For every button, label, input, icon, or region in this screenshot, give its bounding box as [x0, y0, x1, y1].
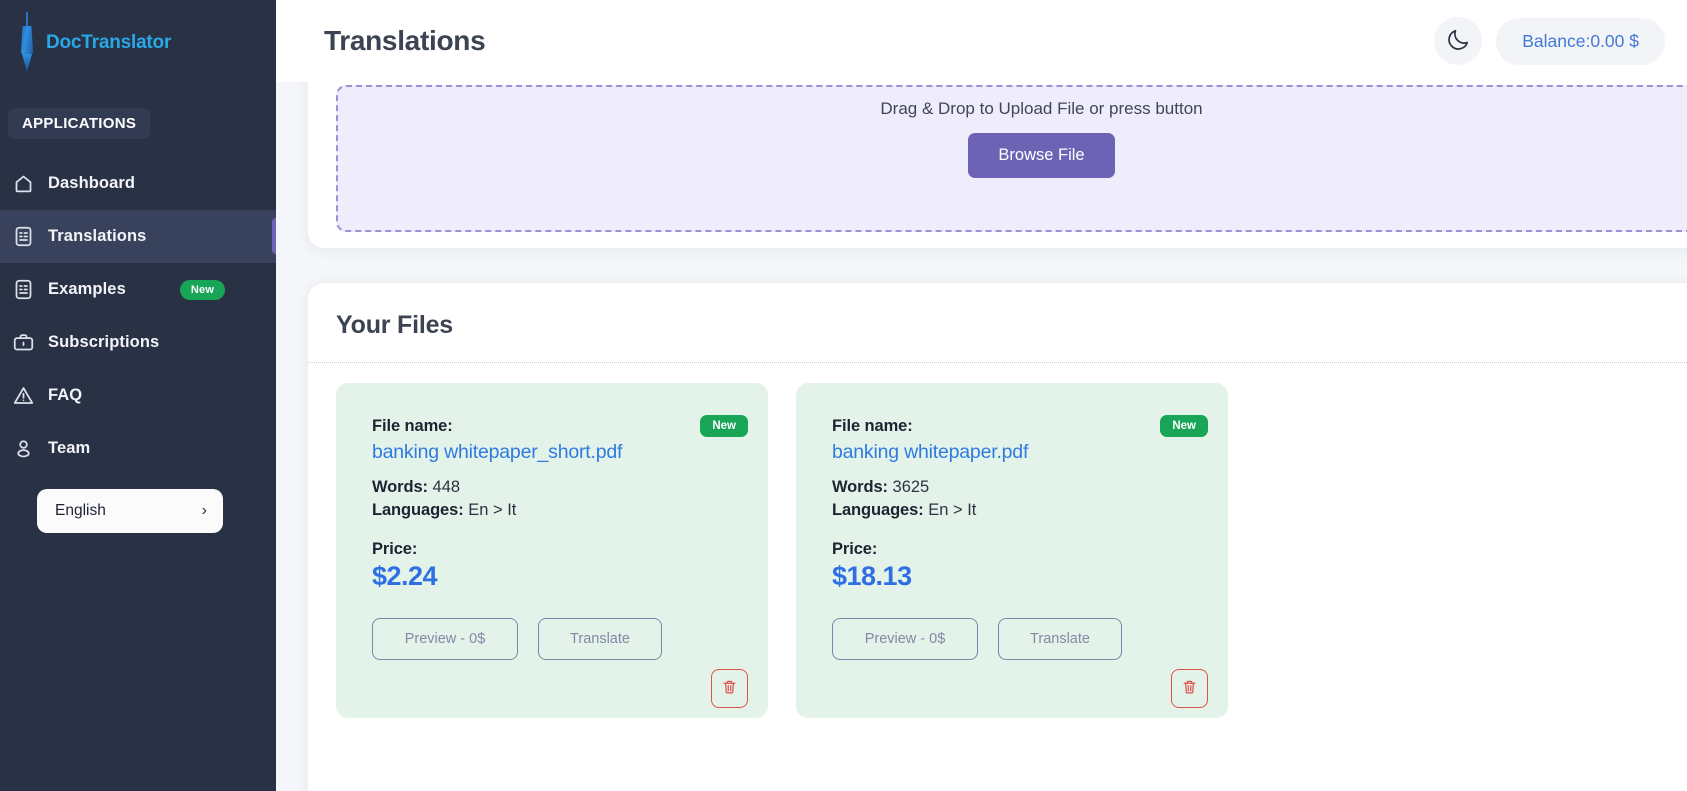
- dropzone-instruction: Drag & Drop to Upload File or press butt…: [880, 99, 1203, 118]
- balance-badge[interactable]: Balance:0.00 $: [1496, 17, 1665, 65]
- file-name-link[interactable]: banking whitepaper_short.pdf: [372, 441, 768, 464]
- language-selector-value: English: [55, 502, 106, 519]
- words-row: Words: 448: [372, 478, 768, 497]
- new-badge: New: [1160, 415, 1208, 437]
- warning-triangle-icon: [12, 385, 34, 407]
- words-row: Words: 3625: [832, 478, 1228, 497]
- sidebar-item-team[interactable]: Team: [0, 422, 276, 475]
- person-icon: [12, 438, 34, 460]
- doctranslator-pen-icon: [14, 12, 40, 74]
- words-label: Words:: [832, 478, 888, 496]
- file-name-link[interactable]: banking whitepaper.pdf: [832, 441, 1228, 464]
- languages-value: En > It: [928, 501, 977, 519]
- languages-label: Languages:: [832, 501, 924, 519]
- new-badge: New: [179, 279, 226, 300]
- sidebar-item-faq[interactable]: FAQ: [0, 369, 276, 422]
- languages-value: En > It: [468, 501, 517, 519]
- your-files-card: Your Files New File name: banking whitep…: [308, 283, 1687, 791]
- logo[interactable]: DocTranslator: [0, 0, 276, 86]
- sidebar-item-dashboard[interactable]: Dashboard: [0, 157, 276, 210]
- sidebar-nav: Dashboard Translations Examples New Subs…: [0, 157, 276, 475]
- sidebar-item-subscriptions[interactable]: Subscriptions: [0, 316, 276, 369]
- your-files-title: Your Files: [336, 311, 454, 339]
- browse-file-button[interactable]: Browse File: [968, 133, 1115, 178]
- document-icon: [12, 279, 34, 301]
- trash-icon: [1182, 679, 1197, 698]
- sidebar-item-label: Subscriptions: [48, 333, 160, 351]
- languages-label: Languages:: [372, 501, 464, 519]
- card-actions: Preview - 0$ Translate: [372, 618, 768, 660]
- price-value: $18.13: [832, 561, 912, 591]
- app-root: DocTranslator APPLICATIONS Dashboard Tra…: [0, 0, 1687, 791]
- logo-text: DocTranslator: [46, 32, 172, 53]
- sidebar-item-translations[interactable]: Translations: [0, 210, 276, 263]
- preview-button[interactable]: Preview - 0$: [372, 618, 518, 660]
- words-label: Words:: [372, 478, 428, 496]
- file-dropzone[interactable]: Drag & Drop to Upload File or press butt…: [336, 85, 1687, 232]
- document-icon: [12, 226, 34, 248]
- sidebar-item-examples[interactable]: Examples New: [0, 263, 276, 316]
- delete-file-button[interactable]: [1171, 669, 1208, 708]
- home-icon: [12, 173, 34, 195]
- page-title: Translations: [324, 25, 486, 56]
- dark-mode-toggle-button[interactable]: [1434, 17, 1483, 65]
- sidebar-section-label: APPLICATIONS: [8, 108, 151, 139]
- card-actions: Preview - 0$ Translate: [832, 618, 1228, 660]
- sidebar: DocTranslator APPLICATIONS Dashboard Tra…: [0, 0, 276, 791]
- sidebar-item-label: Dashboard: [48, 174, 136, 192]
- file-card-list: New File name: banking whitepaper_short.…: [308, 363, 1687, 718]
- price-value: $2.24: [372, 561, 438, 591]
- moon-icon: [1445, 27, 1471, 56]
- briefcase-icon: [12, 332, 34, 354]
- preview-button[interactable]: Preview - 0$: [832, 618, 978, 660]
- new-badge: New: [700, 415, 748, 437]
- words-value: 448: [432, 478, 461, 496]
- header-actions: Balance:0.00 $: [1434, 17, 1665, 65]
- chevron-right-icon: ›: [201, 502, 207, 519]
- delete-file-button[interactable]: [711, 669, 748, 708]
- languages-row: Languages: En > It: [832, 501, 1228, 520]
- file-card: New File name: banking whitepaper_short.…: [336, 383, 768, 718]
- file-card: New File name: banking whitepaper.pdf Wo…: [796, 383, 1228, 718]
- price-label: Price:: [832, 540, 878, 558]
- language-selector[interactable]: English ›: [37, 489, 223, 533]
- sidebar-item-label: FAQ: [48, 386, 83, 404]
- trash-icon: [722, 679, 737, 698]
- price-label: Price:: [372, 540, 418, 558]
- sidebar-item-label: Translations: [48, 227, 147, 245]
- words-value: 3625: [892, 478, 930, 496]
- main-content: Translations Balance:0.00 $ Drag & Drop …: [276, 0, 1687, 791]
- sidebar-item-label: Examples: [48, 280, 126, 298]
- sidebar-item-label: Team: [48, 439, 91, 457]
- top-header: Translations Balance:0.00 $: [276, 0, 1687, 82]
- translate-button[interactable]: Translate: [538, 618, 662, 660]
- translate-button[interactable]: Translate: [998, 618, 1122, 660]
- languages-row: Languages: En > It: [372, 501, 768, 520]
